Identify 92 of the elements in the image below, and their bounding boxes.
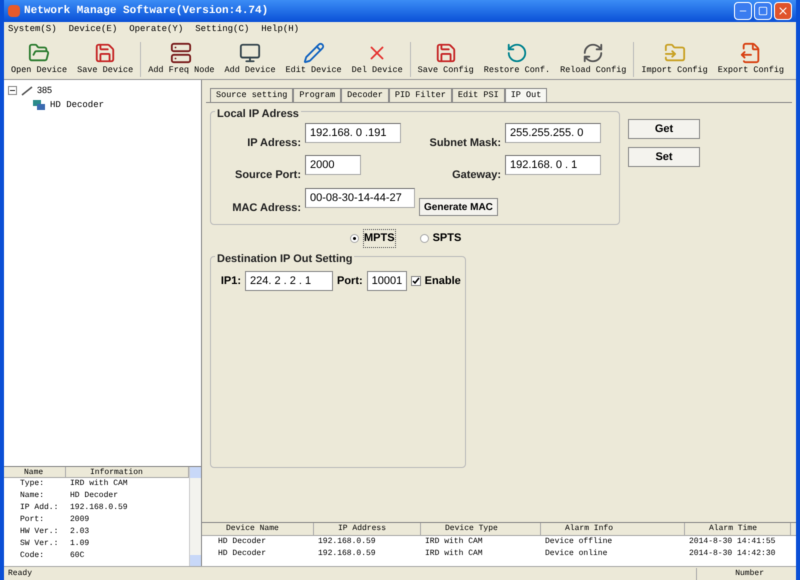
menu-item[interactable]: Operate(Y) bbox=[129, 23, 184, 37]
close-icon bbox=[777, 5, 789, 17]
column-header: Alarm Info bbox=[541, 523, 685, 535]
toolbar-button[interactable]: Add Freq Node bbox=[145, 42, 218, 77]
tab[interactable]: Edit PSI bbox=[452, 88, 505, 102]
table-cell-text: IRD with CAM bbox=[424, 548, 484, 560]
toolbar-button[interactable]: Reload Config bbox=[557, 42, 630, 77]
text-field[interactable]: 192.168. 0 . 1 bbox=[505, 155, 601, 175]
action-button[interactable]: Set bbox=[628, 147, 700, 167]
toolbar-button[interactable]: Add Device bbox=[222, 42, 279, 77]
table-cell-text: 192.168.0.59 bbox=[69, 502, 128, 514]
field-label: IP Adress: bbox=[246, 136, 301, 150]
table-cell-text: 2014-8-30 14:42:30 bbox=[688, 548, 776, 560]
table-cell-text: HD Decoder bbox=[217, 548, 268, 560]
window-title: Network Manage Software(Version:4.74) bbox=[24, 4, 268, 19]
table-cell-text: Type: bbox=[19, 478, 46, 490]
status-text: Ready bbox=[7, 568, 34, 580]
device-icon bbox=[32, 99, 46, 112]
table-cell-text: 192.168.0.59 bbox=[317, 536, 377, 548]
toolbar-button[interactable]: Edit Device bbox=[282, 42, 345, 77]
table-cell-text: IP Add.: bbox=[19, 502, 60, 514]
tree-item[interactable]: 385 bbox=[37, 84, 52, 98]
field-label: MAC Adress: bbox=[231, 200, 301, 216]
maximize-button[interactable] bbox=[754, 2, 772, 20]
table-cell-text: 2014-8-30 14:41:55 bbox=[688, 536, 776, 548]
text-field[interactable]: 192.168. 0 .191 bbox=[305, 122, 401, 142]
table-cell-text: 2.03 bbox=[69, 526, 90, 538]
document-icon bbox=[740, 42, 762, 64]
field-label: IP1: bbox=[220, 274, 241, 289]
table-cell-text: Device offline bbox=[544, 536, 614, 548]
column-header: Name bbox=[4, 467, 66, 477]
generate-mac-button[interactable]: Generate MAC bbox=[419, 198, 498, 216]
table-cell-text: 192.168.0.59 bbox=[317, 548, 377, 560]
field-label: Subnet Mask: bbox=[428, 136, 501, 150]
field-label: Source Port: bbox=[234, 168, 301, 183]
tab[interactable]: PID Filter bbox=[388, 88, 452, 102]
column-header: Device Name bbox=[202, 523, 314, 535]
tab[interactable]: Program bbox=[293, 88, 342, 102]
text-field[interactable]: 2000 bbox=[305, 155, 361, 175]
column-header: Alarm Time bbox=[685, 523, 791, 535]
tab[interactable]: Decoder bbox=[341, 88, 389, 102]
toolbar-button[interactable]: Open Device bbox=[8, 42, 70, 77]
toolbar-button[interactable]: Del Device bbox=[348, 42, 406, 77]
table-cell-text: HD Decoder bbox=[69, 490, 118, 502]
table-cell-text: Device online bbox=[544, 548, 608, 560]
field-label: Port: bbox=[337, 274, 363, 289]
text-field[interactable]: 10001 bbox=[366, 271, 407, 291]
text-field[interactable]: 224. 2 . 2 . 1 bbox=[245, 271, 333, 291]
reload-icon bbox=[582, 42, 604, 64]
menu-item[interactable]: Help(H) bbox=[261, 23, 300, 37]
table-cell-text: IRD with CAM bbox=[69, 478, 128, 490]
table-cell-text: 2009 bbox=[69, 514, 90, 526]
toolbar-button[interactable]: Save Config bbox=[414, 42, 477, 77]
collapse-icon[interactable] bbox=[8, 86, 17, 96]
text-field[interactable]: 255.255.255. 0 bbox=[505, 122, 601, 142]
table-cell-text: Name: bbox=[19, 490, 46, 502]
restore-icon bbox=[506, 42, 528, 64]
text-field[interactable]: 00-08-30-14-44-27 bbox=[305, 188, 415, 208]
tab[interactable]: IP Out bbox=[504, 88, 548, 102]
monitor-icon bbox=[239, 42, 262, 64]
toolbar-button[interactable]: Save Device bbox=[74, 42, 136, 77]
minimize-button[interactable] bbox=[734, 2, 752, 20]
table-cell-text: 60C bbox=[69, 550, 84, 562]
action-button[interactable]: Get bbox=[628, 119, 700, 139]
toolbar-button[interactable]: Export Config bbox=[714, 42, 788, 77]
enable-checkbox[interactable]: Enable bbox=[410, 272, 461, 290]
status-panel: Number bbox=[696, 568, 796, 580]
table-cell-text: Port: bbox=[19, 514, 46, 526]
toolbar-button[interactable]: Restore Conf. bbox=[480, 42, 554, 77]
column-header: Device Type bbox=[421, 523, 541, 535]
menu-item[interactable]: System(S) bbox=[8, 23, 57, 37]
table-cell-text: HD Decoder bbox=[217, 536, 268, 548]
app-icon bbox=[8, 5, 20, 17]
scrollbar[interactable] bbox=[189, 467, 201, 566]
table-cell-text: SW Ver.: bbox=[19, 538, 60, 550]
menu-item[interactable]: Device(E) bbox=[68, 23, 118, 37]
radio-option[interactable]: SPTS bbox=[420, 229, 462, 248]
menu-item[interactable]: Setting(C) bbox=[195, 23, 250, 37]
pencil-icon bbox=[302, 42, 325, 64]
table-cell-text: HW Ver.: bbox=[19, 526, 60, 538]
folder-icon bbox=[664, 42, 686, 64]
maximize-icon bbox=[758, 6, 768, 16]
field-label: Gateway: bbox=[451, 168, 501, 183]
table-cell-text: IRD with CAM bbox=[424, 536, 484, 548]
toolbar-button[interactable]: Import Config bbox=[638, 42, 711, 77]
table-cell-text: 1.09 bbox=[69, 538, 90, 550]
server-icon bbox=[170, 42, 192, 64]
table-cell-text: Code: bbox=[19, 550, 46, 562]
tree-item[interactable]: HD Decoder bbox=[50, 98, 104, 112]
close-button[interactable] bbox=[774, 2, 792, 20]
column-header: IP Address bbox=[314, 523, 421, 535]
tab[interactable]: Source setting bbox=[210, 88, 294, 102]
